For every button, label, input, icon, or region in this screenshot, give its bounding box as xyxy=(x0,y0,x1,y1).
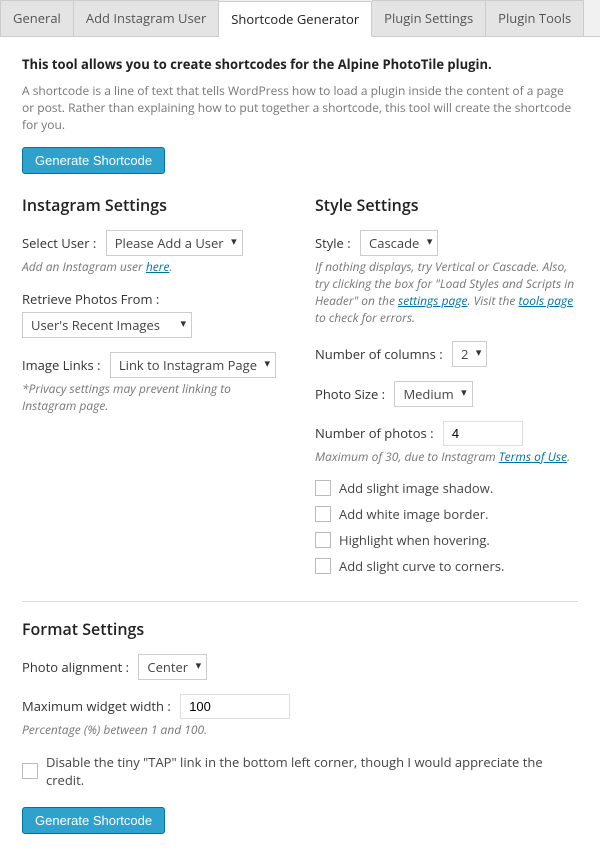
max-width-hint: Percentage (%) between 1 and 100. xyxy=(22,722,578,739)
select-user-dropdown[interactable]: Please Add a User xyxy=(106,230,243,256)
style-hint-text-3: to check for errors. xyxy=(315,309,415,326)
disable-tap-checkbox[interactable] xyxy=(22,763,38,779)
tab-shortcode-generator[interactable]: Shortcode Generator xyxy=(219,1,372,37)
tab-plugin-tools[interactable]: Plugin Tools xyxy=(486,0,584,36)
style-dropdown[interactable]: Cascade xyxy=(360,230,438,256)
image-links-dropdown[interactable]: Link to Instagram Page xyxy=(110,352,276,378)
tab-plugin-settings[interactable]: Plugin Settings xyxy=(372,0,486,36)
curve-checkbox-label: Add slight curve to corners. xyxy=(339,557,504,575)
shadow-checkbox-label: Add slight image shadow. xyxy=(339,479,493,497)
style-settings-heading: Style Settings xyxy=(315,194,578,216)
curve-checkbox[interactable] xyxy=(315,558,331,574)
add-user-here-link[interactable]: here xyxy=(146,258,170,275)
image-links-label: Image Links : xyxy=(22,356,100,374)
disable-tap-label: Disable the tiny "TAP" link in the botto… xyxy=(46,753,578,789)
intro-title: This tool allows you to create shortcode… xyxy=(22,55,578,73)
photo-size-label: Photo Size : xyxy=(315,385,385,403)
tools-page-link[interactable]: tools page xyxy=(519,292,574,309)
format-settings-heading: Format Settings xyxy=(22,618,578,640)
tab-add-instagram-user[interactable]: Add Instagram User xyxy=(74,0,219,36)
columns-dropdown[interactable]: 2 xyxy=(452,341,487,367)
section-divider xyxy=(22,601,578,602)
max-width-input[interactable] xyxy=(180,694,290,719)
instagram-settings-heading: Instagram Settings xyxy=(22,194,285,216)
settings-page-link[interactable]: settings page xyxy=(398,292,467,309)
select-user-label: Select User : xyxy=(22,234,96,252)
content-area: This tool allows you to create shortcode… xyxy=(0,37,600,854)
terms-of-use-link[interactable]: Terms of Use xyxy=(499,448,567,465)
photo-alignment-dropdown[interactable]: Center xyxy=(138,654,207,680)
generate-shortcode-button-bottom[interactable]: Generate Shortcode xyxy=(22,807,165,834)
photo-size-dropdown[interactable]: Medium xyxy=(394,381,472,407)
generate-shortcode-button-top[interactable]: Generate Shortcode xyxy=(22,147,165,174)
num-photos-input[interactable] xyxy=(443,421,523,446)
tabs-bar: General Add Instagram User Shortcode Gen… xyxy=(0,0,600,37)
photo-alignment-label: Photo alignment : xyxy=(22,658,129,676)
num-photos-hint-text: Maximum of 30, due to Instagram xyxy=(315,448,499,465)
border-checkbox[interactable] xyxy=(315,506,331,522)
add-user-hint-text: Add an Instagram user xyxy=(22,258,146,275)
num-photos-label: Number of photos : xyxy=(315,424,434,442)
style-hint: If nothing displays, try Vertical or Cas… xyxy=(315,259,578,326)
style-hint-text-2: . Visit the xyxy=(468,292,519,309)
style-label: Style : xyxy=(315,234,351,252)
border-checkbox-label: Add white image border. xyxy=(339,505,489,523)
tab-general[interactable]: General xyxy=(0,0,74,36)
shadow-checkbox[interactable] xyxy=(315,480,331,496)
instagram-settings-column: Instagram Settings Select User : Please … xyxy=(22,194,285,583)
max-width-label: Maximum widget width : xyxy=(22,697,171,715)
intro-description: A shortcode is a line of text that tells… xyxy=(22,83,578,133)
num-photos-hint: Maximum of 30, due to Instagram Terms of… xyxy=(315,449,578,466)
image-links-hint: *Privacy settings may prevent linking to… xyxy=(22,381,285,415)
highlight-checkbox-label: Highlight when hovering. xyxy=(339,531,490,549)
style-settings-column: Style Settings Style : Cascade If nothin… xyxy=(315,194,578,583)
columns-label: Number of columns : xyxy=(315,345,443,363)
retrieve-photos-dropdown[interactable]: User's Recent Images xyxy=(22,312,192,338)
retrieve-photos-label: Retrieve Photos From : xyxy=(22,290,279,308)
highlight-checkbox[interactable] xyxy=(315,532,331,548)
add-user-hint: Add an Instagram user here. xyxy=(22,259,285,276)
